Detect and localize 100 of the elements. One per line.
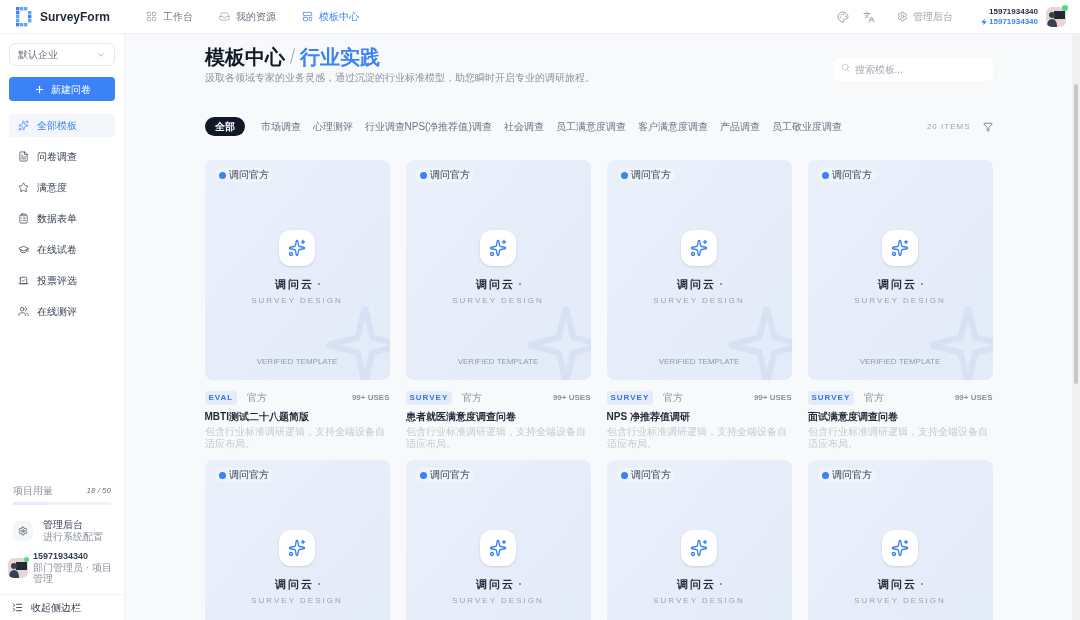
category-tab[interactable]: 行业调查NPS(净推荐值)调查: [364, 119, 492, 134]
verified-label: VERIFIED TEMPLATE: [456, 356, 540, 368]
app-name: SurveyForm: [40, 8, 111, 26]
template-preview[interactable]: 调问官方 调问云 SURVEY DESIGN VERIFIED TEMPLATE: [807, 160, 993, 380]
brand-subtitle: SURVEY DESIGN: [854, 295, 946, 306]
usage-count: 99+ USES: [351, 391, 390, 404]
category-tag: SURVEY: [606, 390, 654, 405]
brand-name: 调问云: [877, 577, 917, 592]
search-field[interactable]: 搜索模板...: [832, 58, 993, 81]
badge-text: 调问官方: [228, 470, 269, 480]
users-icon: [18, 306, 29, 317]
admin-title: 管理后台: [43, 519, 84, 531]
admin-subtitle: 进行系统配置: [43, 531, 103, 543]
source-label: 官方: [864, 391, 885, 405]
sparkles-icon: [891, 539, 909, 557]
category-tab[interactable]: 员工敬业度调查: [771, 119, 842, 134]
sidebar-item[interactable]: 在线测评: [9, 300, 115, 323]
sparkles-icon: [690, 539, 708, 557]
badge-text: 调问官方: [429, 470, 470, 480]
verified-label: VERIFIED TEMPLATE: [255, 356, 339, 368]
sidebar-item[interactable]: 投票评选: [9, 269, 115, 292]
template-title[interactable]: 面试满意度调查问卷: [807, 409, 993, 424]
admin-settings-button[interactable]: [13, 521, 33, 541]
nav-tab[interactable]: 工作台: [146, 9, 193, 24]
avatar[interactable]: [8, 557, 28, 578]
settings-icon: [897, 11, 909, 22]
category-tab[interactable]: 心理测评: [312, 119, 353, 134]
sidebar-item[interactable]: 全部模板: [9, 114, 115, 137]
sidebar-item[interactable]: 问卷调查: [9, 145, 115, 168]
document-icon: [18, 151, 29, 162]
category-tag: SURVEY: [807, 390, 855, 405]
template-preview[interactable]: 调问官方 调问云 SURVEY DESIGN: [807, 460, 993, 620]
usage-count: 18 / 50: [86, 484, 111, 497]
translate-icon[interactable]: [863, 10, 876, 23]
new-survey-button[interactable]: 新建问卷: [9, 77, 115, 101]
palette-icon[interactable]: [837, 10, 850, 23]
category-tab[interactable]: 市场调查: [260, 119, 301, 134]
brand-name: 调问云: [274, 277, 314, 292]
avatar[interactable]: [1046, 6, 1066, 27]
bolt-icon: [981, 18, 988, 25]
category-tag: SURVEY: [405, 390, 453, 405]
usage-label: 项目用量: [13, 484, 53, 498]
badge-text: 调问官方: [429, 170, 470, 180]
brand-name: 调问云: [475, 277, 515, 292]
user-role: 部门管理员 · 项目管理: [33, 562, 113, 584]
source-label: 官方: [663, 391, 684, 405]
page-title-accent: 行业实践: [299, 45, 380, 70]
category-tab[interactable]: 产品调查: [719, 119, 760, 134]
brand-subtitle: SURVEY DESIGN: [653, 595, 745, 606]
template-preview[interactable]: 调问官方 调问云 SURVEY DESIGN VERIFIED TEMPLATE: [405, 160, 591, 380]
template-preview[interactable]: 调问官方 调问云 SURVEY DESIGN: [405, 460, 591, 620]
badge-text: 调问官方: [831, 170, 872, 180]
logo-icon: [16, 6, 32, 27]
collapse-sidebar-button[interactable]: 收起侧边栏: [12, 600, 81, 615]
category-tab[interactable]: 全部: [204, 117, 245, 136]
grid-icon: [146, 11, 157, 22]
inbox-icon: [219, 11, 230, 22]
search-icon: [840, 63, 850, 72]
verified-label: VERIFIED TEMPLATE: [657, 356, 741, 368]
scrollbar-thumb[interactable]: [1074, 84, 1078, 384]
org-select[interactable]: 默认企业: [9, 43, 115, 66]
brand-subtitle: SURVEY DESIGN: [653, 295, 745, 306]
sparkles-icon: [891, 239, 909, 257]
filter-icon[interactable]: [982, 121, 993, 132]
template-title[interactable]: MBTI测试二十八题简版: [204, 409, 390, 424]
sidebar-item[interactable]: 满意度: [9, 176, 115, 199]
category-tab[interactable]: 员工满意度调查: [555, 119, 626, 134]
usage-count: 99+ USES: [954, 391, 993, 404]
layout-icon: [302, 11, 313, 22]
template-title[interactable]: 患者就医满意度调查问卷: [405, 409, 591, 424]
nav-tab[interactable]: 模板中心: [302, 9, 359, 24]
badge-text: 调问官方: [630, 470, 671, 480]
nav-tab[interactable]: 我的资源: [219, 9, 276, 24]
sparkles-icon: [489, 539, 507, 557]
brand-name: 调问云: [274, 577, 314, 592]
usage-count: 99+ USES: [552, 391, 591, 404]
settings-icon: [18, 526, 28, 536]
sidebar-item[interactable]: 在线试卷: [9, 238, 115, 261]
sparkles-icon: [690, 239, 708, 257]
brand-subtitle: SURVEY DESIGN: [251, 595, 343, 606]
plus-icon: [33, 83, 45, 95]
category-tab[interactable]: 客户满意度调查: [637, 119, 708, 134]
brand-subtitle: SURVEY DESIGN: [854, 595, 946, 606]
source-label: 官方: [462, 391, 483, 405]
clipboard-icon: [18, 213, 29, 224]
template-preview[interactable]: 调问官方 调问云 SURVEY DESIGN VERIFIED TEMPLATE: [204, 160, 390, 380]
template-preview[interactable]: 调问官方 调问云 SURVEY DESIGN: [606, 460, 792, 620]
brand-subtitle: SURVEY DESIGN: [452, 595, 544, 606]
category-tab[interactable]: 社会调查: [503, 119, 544, 134]
brand-name: 调问云: [475, 577, 515, 592]
page-title: 模板中心: [204, 45, 285, 70]
brand-name: 调问云: [676, 577, 716, 592]
template-preview[interactable]: 调问官方 调问云 SURVEY DESIGN: [204, 460, 390, 620]
template-preview[interactable]: 调问官方 调问云 SURVEY DESIGN VERIFIED TEMPLATE: [606, 160, 792, 380]
template-title[interactable]: NPS 净推荐值调研: [606, 409, 792, 424]
verified-label: VERIFIED TEMPLATE: [858, 356, 942, 368]
usage-count: 99+ USES: [753, 391, 792, 404]
sparkles-icon: [489, 239, 507, 257]
page-subtitle: 汲取各领域专家的业务灵感，通过沉淀的行业标准模型，助您瞬时开启专业的调研旅程。: [204, 72, 595, 84]
sidebar-item[interactable]: 数据表单: [9, 207, 115, 230]
